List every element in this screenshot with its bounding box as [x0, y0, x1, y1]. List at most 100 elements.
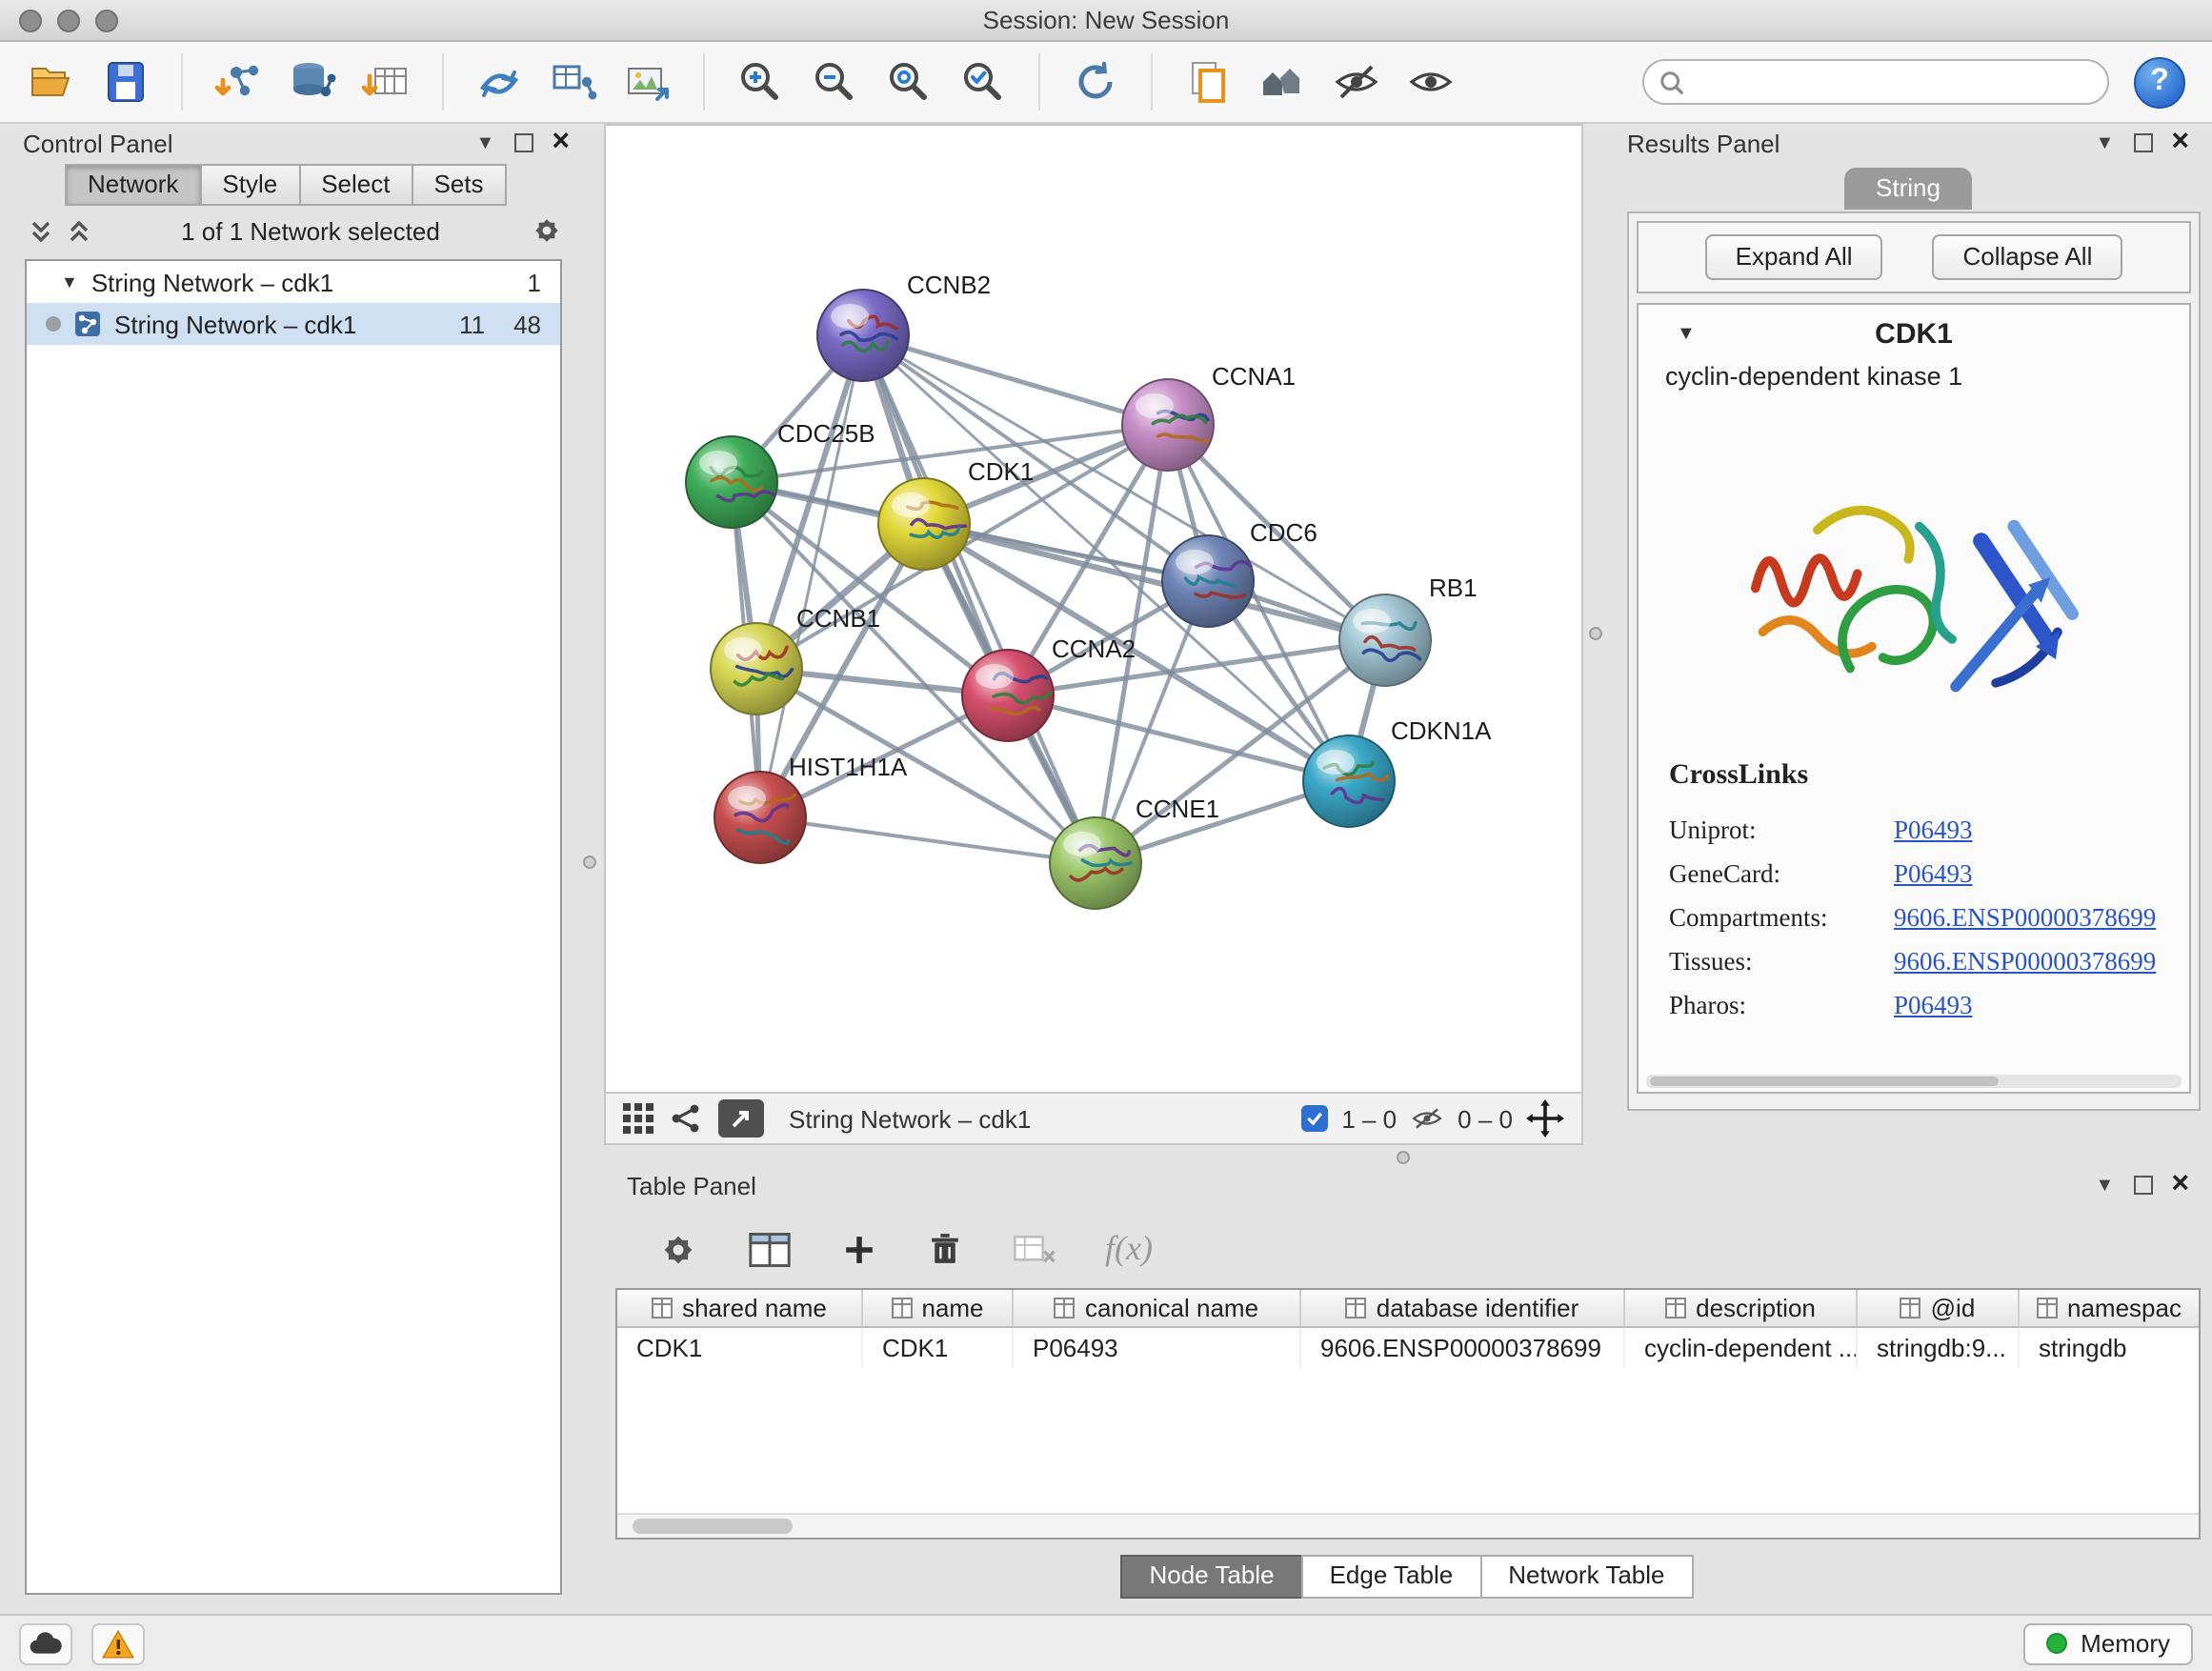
- refresh-button[interactable]: [1071, 57, 1120, 107]
- search-input[interactable]: [1696, 68, 2092, 96]
- cell-namespace[interactable]: stringdb: [2020, 1328, 2199, 1368]
- pan-mode-icon[interactable]: [1526, 1099, 1564, 1137]
- delete-column-icon[interactable]: [926, 1228, 964, 1270]
- window-zoom-button[interactable]: [95, 10, 118, 32]
- zoom-selected-button[interactable]: [958, 57, 1008, 107]
- cell-database-identifier[interactable]: 9606.ENSP00000378699: [1301, 1328, 1625, 1368]
- warning-status-button[interactable]: [91, 1622, 145, 1664]
- network-table-button[interactable]: [549, 57, 598, 107]
- panel-menu-icon[interactable]: ▼: [2096, 132, 2115, 153]
- window-minimize-button[interactable]: [57, 10, 80, 32]
- panel-menu-icon[interactable]: ▼: [476, 132, 495, 153]
- network-node-CCNB1[interactable]: CCNB1: [711, 604, 880, 715]
- tab-sets[interactable]: Sets: [412, 164, 506, 206]
- import-table-button[interactable]: [362, 57, 412, 107]
- network-edge[interactable]: [863, 335, 1168, 425]
- panel-float-icon[interactable]: [513, 133, 533, 152]
- column-header-name[interactable]: name: [863, 1290, 1014, 1328]
- create-column-icon[interactable]: [840, 1230, 878, 1268]
- crosslink-compartments-link[interactable]: 9606.ENSP00000378699: [1894, 896, 2156, 939]
- tab-string[interactable]: String: [1843, 168, 1973, 210]
- export-image-button[interactable]: [623, 57, 673, 107]
- splitter-handle[interactable]: [1397, 1151, 1410, 1164]
- zoom-fit-button[interactable]: [884, 57, 934, 107]
- collapse-all-button[interactable]: Collapse All: [1933, 234, 2123, 280]
- hide-selected-button[interactable]: [1332, 57, 1381, 107]
- tab-edge-table[interactable]: Edge Table: [1301, 1555, 1482, 1599]
- crosslink-tissues-link[interactable]: 9606.ENSP00000378699: [1894, 939, 2156, 983]
- expand-all-button[interactable]: Expand All: [1705, 234, 1883, 280]
- column-header-id[interactable]: @id: [1858, 1290, 2020, 1328]
- protein-collapse-icon[interactable]: ▼: [1677, 323, 1696, 344]
- network-edge[interactable]: [760, 817, 1096, 863]
- tab-node-table[interactable]: Node Table: [1120, 1555, 1302, 1599]
- tab-network-table[interactable]: Network Table: [1479, 1555, 1693, 1599]
- show-all-button[interactable]: [1406, 57, 1456, 107]
- save-session-button[interactable]: [101, 57, 151, 107]
- cell-canonical-name[interactable]: P06493: [1014, 1328, 1301, 1368]
- network-row[interactable]: String Network – cdk1 11 48: [27, 303, 560, 345]
- cell-id[interactable]: stringdb:9...: [1858, 1328, 2020, 1368]
- help-button[interactable]: ?: [2134, 56, 2185, 108]
- column-header-canonical-name[interactable]: canonical name: [1014, 1290, 1301, 1328]
- gear-icon[interactable]: [530, 213, 564, 248]
- scrollbar-thumb[interactable]: [633, 1519, 793, 1534]
- column-header-namespace[interactable]: namespac: [2020, 1290, 2199, 1328]
- network-node-HIST1H1A[interactable]: HIST1H1A: [714, 753, 908, 863]
- network-node-CDKN1A[interactable]: CDKN1A: [1303, 716, 1492, 827]
- network-node-CDK1[interactable]: CDK1: [878, 457, 1034, 570]
- panel-close-icon[interactable]: ×: [552, 128, 570, 158]
- network-node-RB1[interactable]: RB1: [1339, 574, 1478, 686]
- network-graph[interactable]: CCNB2CCNA1CDC25BCDK1CDC6RB1CCNB1CCNA2CDK…: [606, 126, 1581, 1092]
- tab-style[interactable]: Style: [201, 164, 300, 206]
- cell-description[interactable]: cyclin-dependent ...: [1625, 1328, 1858, 1368]
- detach-view-button[interactable]: [718, 1099, 764, 1137]
- share-view-icon[interactable]: [671, 1103, 701, 1134]
- cell-shared-name[interactable]: CDK1: [617, 1328, 863, 1368]
- cell-name[interactable]: CDK1: [863, 1328, 1014, 1368]
- panel-float-icon[interactable]: [2133, 1176, 2152, 1195]
- copy-button[interactable]: [1183, 57, 1233, 107]
- crosslink-pharos-link[interactable]: P06493: [1894, 983, 1973, 1027]
- network-collection-row[interactable]: ▼ String Network – cdk1 1: [27, 261, 560, 303]
- selected-nodes-icon[interactable]: [1301, 1105, 1328, 1132]
- tab-select[interactable]: Select: [300, 164, 412, 206]
- column-header-description[interactable]: description: [1625, 1290, 1858, 1328]
- protein-card-scrollbar[interactable]: [1646, 1075, 2182, 1088]
- tree-expand-icon[interactable]: ▼: [61, 272, 78, 292]
- panel-menu-icon[interactable]: ▼: [2096, 1175, 2115, 1196]
- network-canvas[interactable]: CCNB2CCNA1CDC25BCDK1CDC6RB1CCNB1CCNA2CDK…: [604, 124, 1583, 1094]
- open-file-button[interactable]: [27, 57, 76, 107]
- column-header-shared-name[interactable]: shared name: [617, 1290, 863, 1328]
- first-neighbors-button[interactable]: [1257, 57, 1307, 107]
- collapse-all-icon[interactable]: [29, 218, 53, 243]
- memory-button[interactable]: Memory: [2023, 1622, 2193, 1664]
- import-network-file-button[interactable]: [213, 57, 263, 107]
- birds-eye-view-icon[interactable]: [623, 1103, 654, 1134]
- zoom-out-button[interactable]: [810, 57, 859, 107]
- crosslink-uniprot-link[interactable]: P06493: [1894, 808, 1973, 852]
- gear-icon[interactable]: [657, 1228, 699, 1270]
- table-horizontal-scrollbar[interactable]: [617, 1513, 2199, 1538]
- window-close-button[interactable]: [19, 10, 42, 32]
- import-network-database-button[interactable]: [288, 57, 337, 107]
- expand-all-icon[interactable]: [67, 218, 91, 243]
- panel-close-icon[interactable]: ×: [2171, 1170, 2189, 1200]
- column-header-database-identifier[interactable]: database identifier: [1301, 1290, 1625, 1328]
- network-edge[interactable]: [863, 335, 1096, 863]
- splitter-handle[interactable]: [583, 856, 596, 869]
- network-node-CDC25B[interactable]: CDC25B: [686, 419, 875, 528]
- crosslink-genecard-link[interactable]: P06493: [1894, 852, 1973, 896]
- panel-float-icon[interactable]: [2133, 133, 2152, 152]
- table-row[interactable]: CDK1 CDK1 P06493 9606.ENSP00000378699 cy…: [617, 1328, 2199, 1368]
- splitter-handle[interactable]: [1589, 627, 1602, 640]
- panel-close-icon[interactable]: ×: [2171, 128, 2189, 158]
- network-edge[interactable]: [760, 335, 863, 817]
- network-node-CCNE1[interactable]: CCNE1: [1050, 795, 1219, 909]
- show-columns-icon[interactable]: [747, 1228, 793, 1270]
- zoom-in-button[interactable]: [735, 57, 785, 107]
- tab-network[interactable]: Network: [65, 164, 201, 206]
- share-network-button[interactable]: [474, 57, 524, 107]
- network-node-CCNA1[interactable]: CCNA1: [1122, 362, 1296, 471]
- hidden-elements-icon[interactable]: [1410, 1105, 1444, 1132]
